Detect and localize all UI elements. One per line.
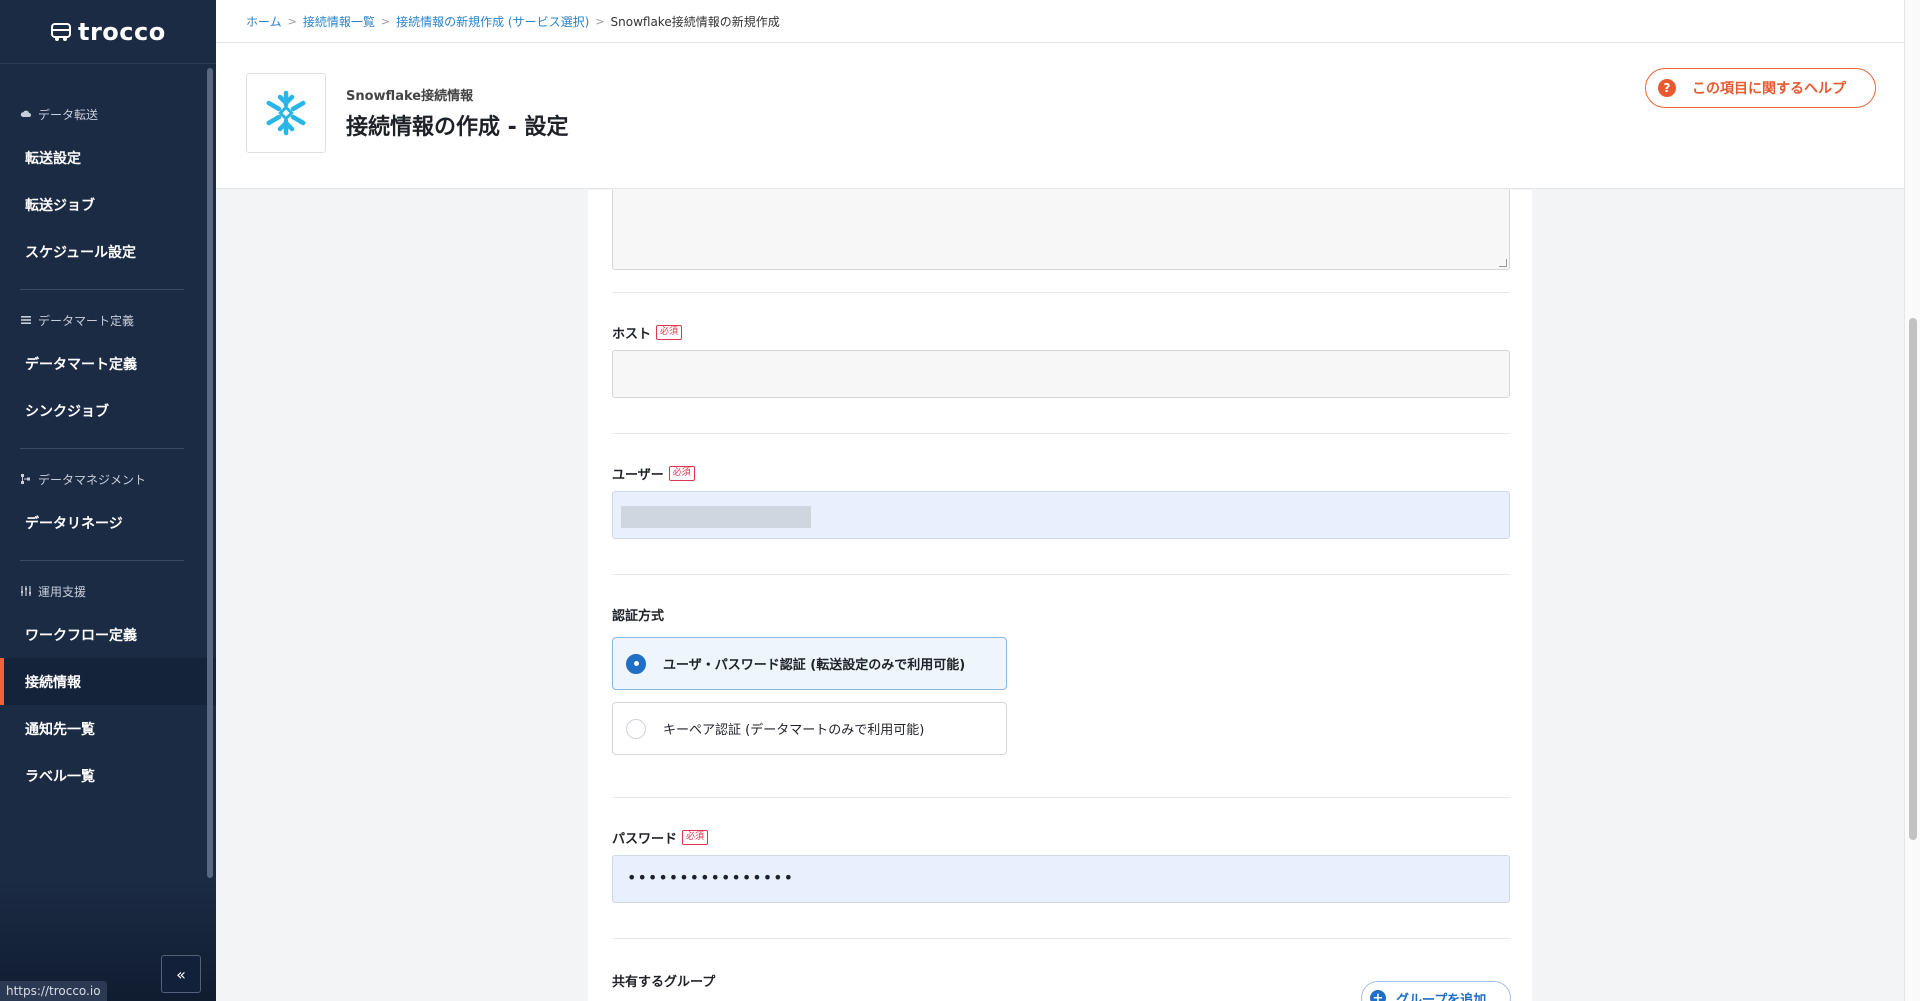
chevron-right-icon: > [380, 14, 391, 28]
sidebar-nav: データ転送 転送設定 転送ジョブ スケジュール設定 データマート定義 データマー… [0, 64, 216, 813]
user-input[interactable] [612, 491, 1510, 539]
password-value: •••••••••••••••• [627, 868, 794, 887]
chevron-right-icon: > [595, 14, 605, 28]
radio-button[interactable] [626, 718, 646, 739]
nav-section-data-management: データマネジメント データリネージ [20, 449, 184, 561]
section-head: データマネジメント [20, 469, 184, 489]
divider [612, 938, 1510, 939]
memo-field [612, 190, 1510, 270]
breadcrumb-connections[interactable]: 接続情報一覧 [303, 13, 375, 30]
divider [612, 292, 1510, 293]
help-button-label: この項目に関するヘルプ [1692, 81, 1846, 97]
auth-option-label: キーペア認証 (データマートのみで利用可能) [663, 723, 925, 738]
divider [612, 574, 1510, 575]
sidebar-item-notifications[interactable]: 通知先一覧 [0, 705, 216, 752]
logo-text: trocco [78, 17, 166, 46]
sidebar: trocco データ転送 転送設定 転送ジョブ スケジュール設定 データマート定… [0, 0, 216, 1001]
nav-section-operations: 運用支援 ワークフロー定義 接続情報 通知先一覧 ラベル一覧 [0, 561, 216, 813]
help-button[interactable]: ? この項目に関するヘルプ [1645, 68, 1876, 108]
host-label: ホスト [612, 326, 652, 342]
add-group-button[interactable]: + グループを追加 [1361, 981, 1511, 1001]
scrollbar-thumb[interactable] [1909, 318, 1917, 840]
question-icon: ? [1658, 79, 1676, 97]
auth-option-password[interactable]: ユーザ・パスワード認証 (転送設定のみで利用可能) [612, 637, 1007, 690]
add-group-label: グループを追加 [1396, 992, 1487, 1001]
page-subtitle: Snowflake接続情報 [346, 89, 474, 104]
sidebar-scrollbar[interactable] [207, 68, 213, 878]
sidebar-item-data-lineage[interactable]: データリネージ [0, 499, 216, 546]
resize-handle-icon[interactable] [1499, 259, 1507, 267]
host-label-row: ホスト 必須 [612, 322, 1510, 342]
sidebar-item-datamart[interactable]: データマート定義 [0, 340, 216, 387]
redacted-value [621, 506, 811, 528]
logo[interactable]: trocco [0, 0, 216, 64]
page-scrollbar[interactable] [1904, 0, 1920, 1001]
sidebar-item-connections[interactable]: 接続情報 [0, 658, 216, 705]
section-head-label: データ転送 [38, 107, 99, 122]
divider [612, 433, 1510, 434]
list-icon [21, 316, 31, 324]
section-head-label: データマネジメント [38, 472, 147, 487]
sidebar-item-transfer-settings[interactable]: 転送設定 [0, 134, 216, 181]
auth-label: 認証方式 [612, 608, 665, 624]
section-head: 運用支援 [20, 581, 184, 601]
password-input[interactable]: •••••••••••••••• [612, 855, 1510, 903]
host-field: ホスト 必須 [612, 322, 1510, 398]
snowflake-logo [246, 73, 326, 153]
sidebar-item-transfer-jobs[interactable]: 転送ジョブ [0, 181, 216, 228]
password-label: パスワード [612, 831, 678, 847]
main-content: ホスト 必須 ユーザー 必須 認証方式 ユーザ・パスワード認証 (転送設定のみで… [216, 190, 1904, 1001]
memo-textarea[interactable] [612, 190, 1510, 270]
sidebar-item-workflows[interactable]: ワークフロー定義 [0, 611, 216, 658]
required-badge: 必須 [656, 324, 683, 340]
divider [612, 797, 1510, 798]
user-field: ユーザー 必須 [612, 463, 1510, 539]
password-label-row: パスワード 必須 [612, 827, 1510, 847]
sidebar-item-labels[interactable]: ラベル一覧 [0, 752, 216, 799]
section-head: データ転送 [20, 104, 184, 124]
breadcrumb-service-select[interactable]: 接続情報の新規作成 (サービス選択) [396, 13, 589, 30]
auth-option-label: ユーザ・パスワード認証 (転送設定のみで利用可能) [663, 658, 966, 673]
page-header: Snowflake接続情報 接続情報の作成 - 設定 ? この項目に関するヘルプ [216, 43, 1904, 189]
nav-section-data-transfer: データ転送 転送設定 転送ジョブ スケジュール設定 [20, 84, 184, 290]
cloud-icon [20, 110, 31, 117]
required-badge: 必須 [682, 829, 709, 845]
user-label: ユーザー [612, 467, 664, 483]
chevron-right-icon: > [287, 14, 297, 28]
required-badge: 必須 [668, 465, 695, 481]
nav-section-datamart: データマート定義 データマート定義 シンクジョブ [20, 290, 184, 449]
user-label-row: ユーザー 必須 [612, 463, 1510, 483]
double-chevron-left-icon: « [176, 964, 186, 984]
sidebar-item-schedules[interactable]: スケジュール設定 [0, 228, 216, 275]
breadcrumb-home[interactable]: ホーム [246, 13, 282, 30]
password-field: パスワード 必須 •••••••••••••••• [612, 827, 1510, 903]
radio-button[interactable] [626, 653, 646, 674]
plus-icon: + [1370, 990, 1386, 1001]
section-head-label: データマート定義 [38, 313, 135, 328]
sidebar-item-sync-jobs[interactable]: シンクジョブ [0, 387, 216, 434]
snowflake-icon [266, 90, 306, 136]
lineage-icon [21, 474, 30, 484]
status-bar-url: https://trocco.io [0, 981, 107, 1001]
breadcrumb-current: Snowflake接続情報の新規作成 [610, 14, 780, 29]
trocco-logo-icon [51, 22, 71, 41]
auth-method-field: 認証方式 [612, 604, 1510, 624]
collapse-sidebar-button[interactable]: « [161, 955, 201, 993]
auth-option-keypair[interactable]: キーペア認証 (データマートのみで利用可能) [612, 702, 1007, 755]
host-input[interactable] [612, 350, 1510, 398]
breadcrumb: ホーム > 接続情報一覧 > 接続情報の新規作成 (サービス選択) > Snow… [216, 0, 1904, 43]
page-title: 接続情報の作成 - 設定 [346, 115, 569, 140]
connection-form: ホスト 必須 ユーザー 必須 認証方式 ユーザ・パスワード認証 (転送設定のみで… [588, 190, 1532, 1001]
section-head: データマート定義 [20, 310, 184, 330]
section-head-label: 運用支援 [38, 584, 87, 599]
sliders-icon [21, 586, 31, 596]
